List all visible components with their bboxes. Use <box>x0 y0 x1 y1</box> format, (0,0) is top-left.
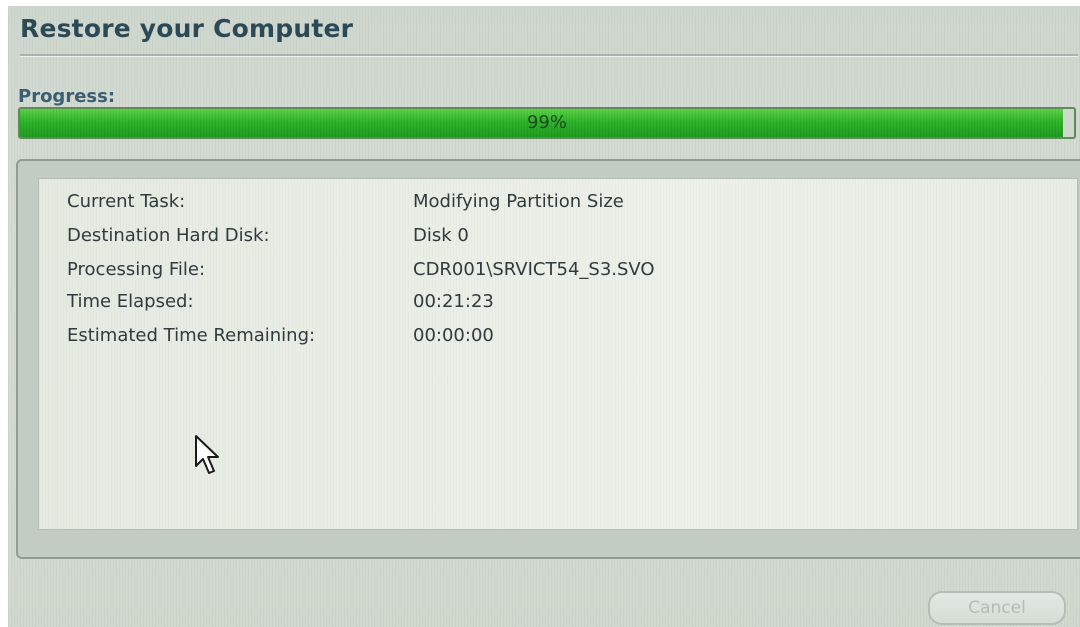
time-elapsed-label: Time Elapsed: <box>67 291 194 312</box>
progress-bar: 99% <box>18 107 1076 139</box>
current-task-label: Current Task: <box>67 191 186 212</box>
mouse-pointer-icon <box>195 435 219 474</box>
destination-disk-value: Disk 0 <box>413 225 469 246</box>
restore-window: Restore your Computer Progress: 99% Curr… <box>8 6 1080 627</box>
current-task-value: Modifying Partition Size <box>413 191 624 212</box>
progress-label: Progress: <box>18 86 116 107</box>
progress-percent-text: 99% <box>526 112 567 133</box>
detail-row-time-elapsed: Time Elapsed: 00:21:23 <box>39 291 1077 321</box>
detail-row-processing-file: Processing File: CDR001\SRVICT54_S3.SVO <box>39 259 1077 289</box>
detail-row-current-task: Current Task: Modifying Partition Size <box>39 191 1077 221</box>
detail-row-destination-disk: Destination Hard Disk: Disk 0 <box>39 225 1077 255</box>
destination-disk-label: Destination Hard Disk: <box>67 225 270 246</box>
processing-file-label: Processing File: <box>67 259 206 280</box>
cancel-button[interactable]: Cancel <box>928 591 1066 625</box>
details-frame: Current Task: Modifying Partition Size D… <box>16 159 1080 559</box>
time-remaining-label: Estimated Time Remaining: <box>67 325 316 346</box>
window-title: Restore your Computer <box>20 14 354 43</box>
title-divider <box>20 54 1078 57</box>
time-elapsed-value: 00:21:23 <box>413 291 494 312</box>
processing-file-value: CDR001\SRVICT54_S3.SVO <box>413 259 655 280</box>
detail-row-time-remaining: Estimated Time Remaining: 00:00:00 <box>39 325 1077 355</box>
time-remaining-value: 00:00:00 <box>413 325 494 346</box>
